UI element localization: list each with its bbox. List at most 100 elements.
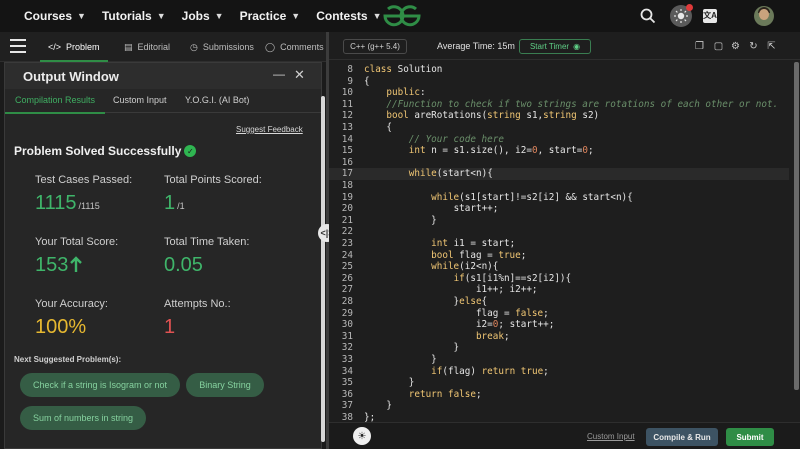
average-time: Average Time: 15m bbox=[437, 41, 515, 51]
code-text: }else{ bbox=[364, 296, 488, 307]
minimize-icon[interactable]: — bbox=[273, 67, 285, 81]
submit-button[interactable]: Submit bbox=[726, 428, 774, 446]
copy-icon[interactable]: ❐ bbox=[694, 41, 705, 52]
code-line[interactable]: 31 break; bbox=[329, 331, 789, 343]
test-cases-value: 1115/1115 bbox=[35, 192, 100, 215]
tab-comments[interactable]: ◯ Comments bbox=[265, 32, 324, 62]
nav-courses[interactable]: Courses ▼ bbox=[24, 9, 86, 23]
accuracy-value: 100% bbox=[35, 316, 87, 338]
chevron-down-icon: ▼ bbox=[156, 11, 166, 21]
test-cases-label: Test Cases Passed: bbox=[35, 174, 133, 186]
chevron-down-icon: ▼ bbox=[291, 11, 301, 21]
code-text: if(s1[i1%n]==s2[i2]){ bbox=[453, 272, 572, 284]
code-line[interactable]: 26 if(s1[i1%n]==s2[i2]){ bbox=[329, 273, 789, 285]
code-line[interactable]: 10 public: bbox=[329, 87, 789, 99]
code-line[interactable]: 28 }else{ bbox=[329, 296, 789, 308]
tab-custom-input[interactable]: Custom Input bbox=[113, 95, 167, 105]
lightbulb-hint-icon[interactable]: ☀ bbox=[353, 427, 371, 445]
code-line[interactable]: 11 //Function to check if two strings ar… bbox=[329, 99, 789, 111]
code-line[interactable]: 21 } bbox=[329, 215, 789, 227]
code-line[interactable]: 20 start++; bbox=[329, 203, 789, 215]
fullscreen-icon[interactable]: ▢ bbox=[713, 41, 724, 52]
line-number: 30 bbox=[341, 319, 353, 331]
editor-scrollbar[interactable] bbox=[794, 62, 799, 390]
code-line[interactable]: 34 if(flag) return true; bbox=[329, 366, 789, 378]
code-line[interactable]: 15 int n = s1.size(), i2=0, start=0; bbox=[329, 145, 789, 157]
settings-gear-icon[interactable]: ⚙ bbox=[730, 41, 741, 52]
code-text: return false; bbox=[408, 388, 482, 400]
nav-jobs[interactable]: Jobs ▼ bbox=[182, 9, 224, 23]
nav-contests[interactable]: Contests ▼ bbox=[316, 9, 381, 23]
code-line[interactable]: 27 i1++; i2++; bbox=[329, 284, 789, 296]
line-number: 15 bbox=[341, 145, 353, 157]
hamburger-menu-icon[interactable] bbox=[10, 39, 26, 53]
code-line[interactable]: 16 bbox=[329, 157, 789, 169]
code-line[interactable]: 18 bbox=[329, 180, 789, 192]
tab-submissions[interactable]: ◷ Submissions bbox=[190, 32, 254, 62]
play-circle-icon: ◉ bbox=[573, 42, 581, 51]
code-line[interactable]: 24 bool flag = true; bbox=[329, 250, 789, 262]
code-line[interactable]: 37 } bbox=[329, 400, 789, 412]
code-line[interactable]: 32 } bbox=[329, 342, 789, 354]
start-timer-button[interactable]: Start Timer ◉ bbox=[519, 39, 591, 54]
line-number: 37 bbox=[341, 400, 353, 412]
language-select[interactable]: C++ (g++ 5.4) bbox=[343, 39, 407, 54]
suggested-problem-isogram[interactable]: Check if a string is Isogram or not bbox=[20, 373, 180, 397]
accuracy-label: Your Accuracy: bbox=[35, 298, 108, 310]
search-icon[interactable] bbox=[640, 8, 656, 24]
theme-toggle-icon[interactable] bbox=[670, 4, 693, 27]
code-line[interactable]: 17 while(start<n){ bbox=[329, 168, 789, 180]
score-value: 153 bbox=[35, 254, 83, 277]
code-line[interactable]: 13 { bbox=[329, 122, 789, 134]
code-text: } bbox=[364, 354, 437, 365]
start-timer-label: Start Timer bbox=[529, 42, 570, 51]
code-line[interactable]: 25 while(i2<n){ bbox=[329, 261, 789, 273]
code-editor[interactable]: 8 class Solution 9{10 public: 11 //Function… bbox=[329, 60, 800, 423]
nav-tutorials[interactable]: Tutorials ▼ bbox=[102, 9, 166, 23]
tab-problem[interactable]: </> Problem bbox=[40, 32, 107, 62]
translate-icon[interactable]: 文A bbox=[703, 9, 717, 23]
user-avatar[interactable] bbox=[754, 6, 774, 26]
tab-compilation-results[interactable]: Compilation Results bbox=[4, 95, 106, 114]
line-number: 10 bbox=[341, 87, 353, 99]
output-window-title: Output Window bbox=[23, 69, 119, 84]
nav-practice[interactable]: Practice ▼ bbox=[240, 9, 301, 23]
code-line[interactable]: 9{ bbox=[329, 76, 789, 88]
code-line[interactable]: 36 return false; bbox=[329, 389, 789, 401]
code-line[interactable]: 22 bbox=[329, 226, 789, 238]
suggested-problem-sum-numbers[interactable]: Sum of numbers in string bbox=[20, 406, 146, 430]
problem-panel: </> Problem ▤ Editorial ◷ Submissions ◯ Comm… bbox=[0, 32, 326, 449]
check-circle-icon: ✓ bbox=[184, 145, 197, 157]
line-number: 32 bbox=[341, 342, 353, 354]
clock-icon: ◷ bbox=[190, 41, 198, 52]
line-number: 9 bbox=[347, 75, 353, 87]
suggest-feedback-link[interactable]: Suggest Feedback bbox=[236, 125, 303, 134]
code-text: } bbox=[364, 377, 415, 389]
compile-run-button[interactable]: Compile & Run bbox=[646, 428, 718, 446]
left-scrollbar[interactable] bbox=[321, 96, 325, 442]
expand-icon[interactable]: ⇱ bbox=[766, 41, 777, 52]
tab-yogi-ai-bot[interactable]: Y.O.G.I. (AI Bot) bbox=[185, 95, 249, 105]
attempts-value: 1 bbox=[164, 316, 176, 338]
line-number: 33 bbox=[341, 354, 353, 365]
code-line[interactable]: 29 flag = false; bbox=[329, 308, 789, 320]
editor-toolbar: C++ (g++ 5.4) Average Time: 15m Start Ti… bbox=[329, 32, 800, 60]
line-number: 34 bbox=[341, 365, 353, 377]
code-line[interactable]: 23 int i1 = start; bbox=[329, 238, 789, 250]
code-line[interactable]: 19 while(s1[start]!=s2[i2] && start<n){ bbox=[329, 192, 789, 204]
code-text: break; bbox=[475, 330, 510, 342]
gfg-logo[interactable] bbox=[382, 5, 422, 27]
tab-editorial[interactable]: ▤ Editorial bbox=[124, 32, 170, 62]
line-number: 21 bbox=[341, 214, 353, 226]
code-line[interactable]: 14 // Your code here bbox=[329, 134, 789, 146]
close-icon[interactable]: ✕ bbox=[294, 67, 308, 82]
code-line[interactable]: 8 class Solution bbox=[329, 64, 789, 76]
suggested-problem-binary-string[interactable]: Binary String bbox=[186, 373, 264, 397]
code-text: if(flag) return true; bbox=[431, 365, 549, 377]
code-line[interactable]: 12 bool areRotations(string s1,string s2… bbox=[329, 110, 789, 122]
custom-input-link[interactable]: Custom Input bbox=[587, 432, 635, 441]
code-line[interactable]: 35 } bbox=[329, 377, 789, 389]
code-line[interactable]: 30 i2=0; start++; bbox=[329, 319, 789, 331]
reset-icon[interactable]: ↻ bbox=[748, 41, 759, 52]
code-line[interactable]: 33 } bbox=[329, 354, 789, 366]
